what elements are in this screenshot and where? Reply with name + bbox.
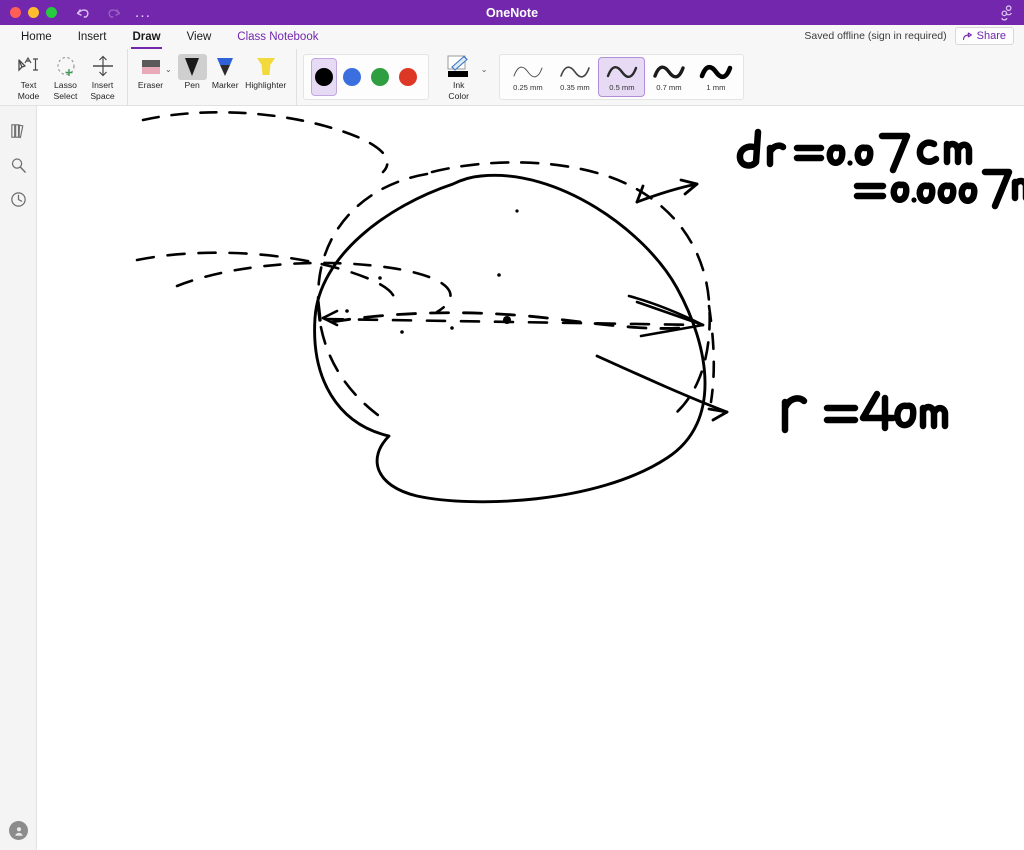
traffic-lights xyxy=(0,7,57,18)
tab-insert[interactable]: Insert xyxy=(65,29,120,46)
note-canvas[interactable] xyxy=(37,106,1024,850)
search-icon xyxy=(11,157,26,173)
ribbon-status-area: Saved offline (sign in required) Share xyxy=(804,27,1014,45)
undo-icon[interactable] xyxy=(75,4,92,21)
ink-color-label-2: Color xyxy=(448,90,469,101)
tab-draw[interactable]: Draw xyxy=(119,29,173,49)
more-options-button[interactable]: ... xyxy=(135,5,151,20)
eraser-tool[interactable]: Eraser xyxy=(134,51,167,91)
text-mode-tool[interactable]: Text Mode xyxy=(10,51,47,101)
eraser-icon xyxy=(138,54,164,80)
thickness-option-0-5mm[interactable]: 0.5 mm xyxy=(598,57,646,97)
lasso-select-label-1: Lasso xyxy=(54,80,77,90)
color-dot-black xyxy=(314,68,333,86)
tab-view[interactable]: View xyxy=(174,29,225,46)
thickness-gallery: 0.25 mm 0.35 mm 0.5 mm 0.7 mm 1 mm xyxy=(499,54,745,100)
sidebar-item-search[interactable] xyxy=(0,148,37,182)
thickness-option-0-7mm[interactable]: 0.7 mm xyxy=(645,57,692,97)
pens-group: Eraser ⌄ Pen Marker Highlighter xyxy=(127,49,296,106)
color-swatch-gallery xyxy=(302,54,429,100)
text-mode-label-1: Text xyxy=(20,80,37,90)
marker-tool[interactable]: Marker xyxy=(209,51,242,91)
share-button-label: Share xyxy=(976,30,1006,42)
stroke-sample-icon xyxy=(560,66,590,78)
minimize-window-button[interactable] xyxy=(28,7,39,18)
draw-ribbon: Text Mode Lasso Select Insert Space Eras… xyxy=(0,49,1024,106)
lasso-select-icon xyxy=(53,54,79,80)
share-button[interactable]: Share xyxy=(954,27,1014,45)
notebooks-icon xyxy=(11,123,24,138)
thickness-label-0-35mm: 0.35 mm xyxy=(560,83,590,92)
tab-home[interactable]: Home xyxy=(8,29,65,46)
ink-color-icon xyxy=(444,54,474,80)
save-status-text: Saved offline (sign in required) xyxy=(804,30,947,42)
ink-colors-group: Ink Color ⌄ xyxy=(295,49,494,106)
redo-icon[interactable] xyxy=(105,4,122,21)
selection-tools-group: Text Mode Lasso Select Insert Space xyxy=(4,49,127,106)
color-swatch-green[interactable] xyxy=(367,58,393,96)
color-dot-green xyxy=(370,68,389,86)
color-swatch-black[interactable] xyxy=(310,58,337,96)
marker-icon xyxy=(213,54,237,80)
lasso-select-tool[interactable]: Lasso Select xyxy=(47,51,84,101)
left-navigation-rail xyxy=(0,106,37,850)
color-swatch-blue[interactable] xyxy=(339,58,365,96)
insert-space-icon xyxy=(90,54,116,80)
highlighter-tool[interactable]: Highlighter xyxy=(242,51,290,91)
sidebar-item-notebooks[interactable] xyxy=(0,114,37,148)
ink-color-label-1: Ink xyxy=(452,80,465,90)
eraser-label: Eraser xyxy=(137,80,164,90)
lasso-select-label-2: Select xyxy=(53,90,78,101)
title-bar: ... OneNote xyxy=(0,0,1024,25)
onenote-window: ... OneNote Home Insert Draw View Class … xyxy=(0,0,1024,850)
ink-color-tool[interactable]: Ink Color xyxy=(437,51,481,101)
recent-icon xyxy=(11,191,26,207)
pen-tool[interactable]: Pen xyxy=(176,51,209,91)
titlebar-quick-tools: ... xyxy=(75,4,151,21)
insert-space-tool[interactable]: Insert Space xyxy=(84,51,121,101)
people-icon[interactable] xyxy=(997,3,1016,22)
thickness-label-0-7mm: 0.7 mm xyxy=(656,83,682,92)
stroke-sample-icon xyxy=(653,65,685,79)
stroke-sample-icon xyxy=(606,66,638,78)
text-mode-icon xyxy=(16,54,42,80)
text-mode-label-2: Mode xyxy=(17,90,40,101)
stroke-sample-icon xyxy=(513,66,543,78)
highlighter-icon xyxy=(253,54,279,80)
thickness-option-1mm[interactable]: 1 mm xyxy=(692,57,739,97)
color-dot-blue xyxy=(342,68,361,86)
ribbon-tab-bar: Home Insert Draw View Class Notebook Sav… xyxy=(0,25,1024,49)
marker-label: Marker xyxy=(211,80,239,90)
insert-space-label-1: Insert xyxy=(91,80,114,90)
account-avatar[interactable] xyxy=(9,821,28,840)
tab-class-notebook[interactable]: Class Notebook xyxy=(224,29,331,46)
pen-icon xyxy=(177,54,207,80)
thickness-label-0-25mm: 0.25 mm xyxy=(513,83,543,92)
person-icon xyxy=(14,826,23,836)
thickness-option-0-25mm[interactable]: 0.25 mm xyxy=(504,57,551,97)
stroke-sample-icon xyxy=(699,64,733,80)
thickness-label-1mm: 1 mm xyxy=(706,83,726,92)
highlighter-label: Highlighter xyxy=(245,80,287,90)
close-window-button[interactable] xyxy=(10,7,21,18)
ink-drawing xyxy=(135,110,1024,504)
color-dot-red xyxy=(398,68,417,86)
ink-color-chevron-down-icon[interactable]: ⌄ xyxy=(481,65,488,74)
app-title: OneNote xyxy=(485,5,539,20)
zoom-window-button[interactable] xyxy=(46,7,57,18)
pen-label: Pen xyxy=(184,80,200,90)
thickness-label-0-5mm: 0.5 mm xyxy=(609,83,635,92)
share-icon xyxy=(962,31,972,40)
sidebar-item-recent[interactable] xyxy=(0,182,37,216)
thickness-group: 0.25 mm 0.35 mm 0.5 mm 0.7 mm 1 mm xyxy=(493,49,750,106)
thickness-option-0-35mm[interactable]: 0.35 mm xyxy=(551,57,598,97)
insert-space-label-2: Space xyxy=(90,90,115,101)
color-swatch-red[interactable] xyxy=(395,58,421,96)
